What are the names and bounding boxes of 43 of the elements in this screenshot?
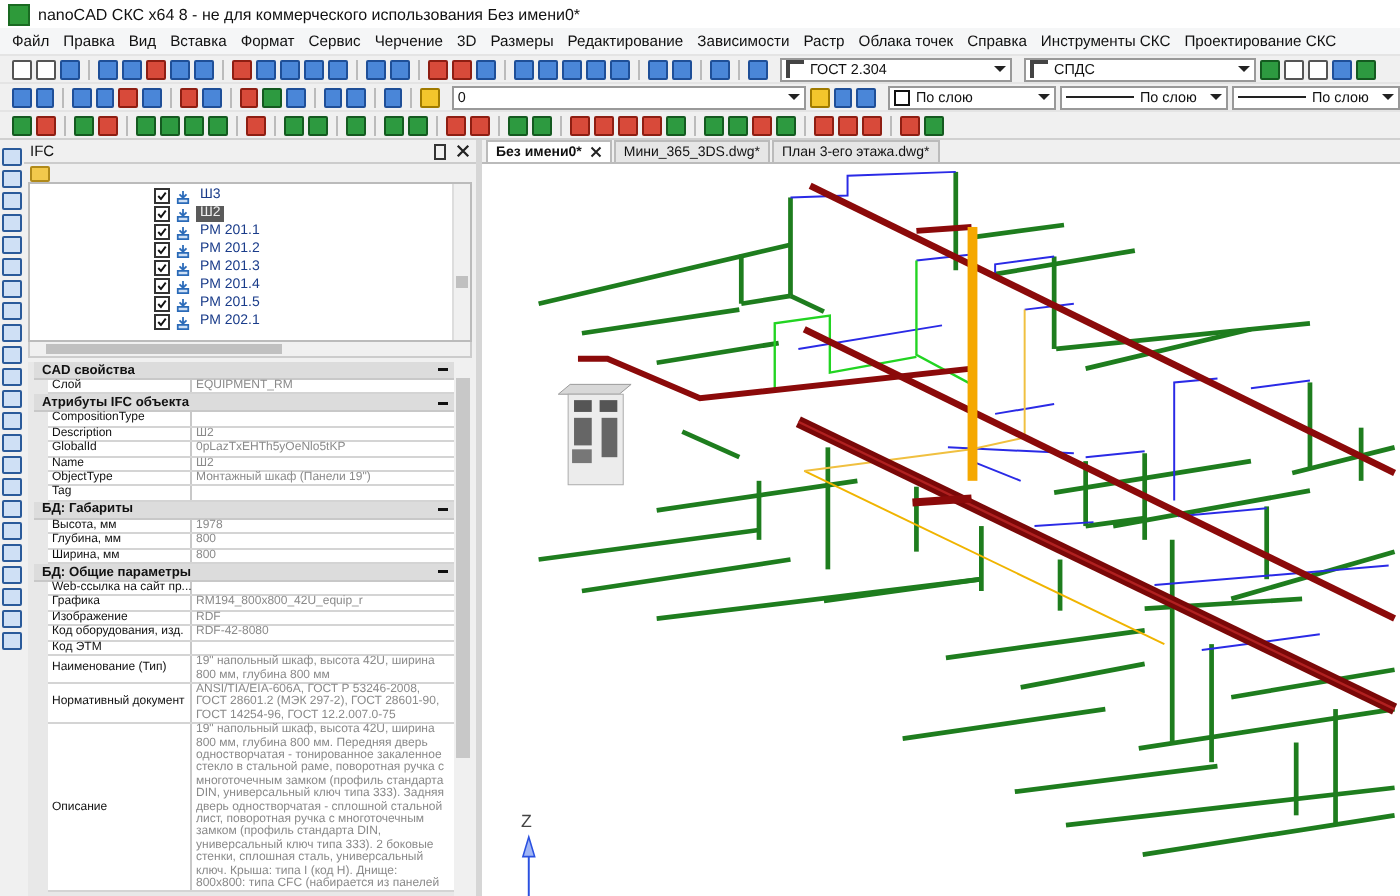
collapse-icon[interactable] — [438, 567, 448, 578]
app-logo-icon — [8, 3, 30, 25]
equipment-icon — [176, 225, 190, 239]
checkbox[interactable] — [154, 206, 170, 222]
color-swatch-icon — [893, 89, 910, 105]
caret-icon — [1209, 94, 1222, 100]
folder-icon[interactable] — [30, 165, 50, 181]
caret-icon — [1381, 94, 1394, 100]
collapse-icon[interactable] — [438, 397, 448, 408]
scrollbar[interactable] — [28, 342, 472, 358]
line-sample-icon — [1065, 96, 1134, 98]
caret-icon — [1238, 66, 1250, 72]
equipment-icon — [176, 297, 190, 311]
checkbox[interactable] — [154, 242, 170, 258]
checkbox[interactable] — [154, 260, 170, 276]
window-title: nanoCAD СКС x64 8 - не для коммерческого использования Без имени0* — [38, 5, 581, 23]
checkbox[interactable] — [154, 296, 170, 312]
z-axis-icon — [521, 834, 536, 896]
caret-icon — [788, 94, 801, 100]
equipment-icon — [176, 279, 190, 293]
equipment-icon — [176, 207, 190, 221]
equipment-icon — [176, 261, 190, 275]
checkbox[interactable] — [154, 278, 170, 294]
cabinet-icon — [557, 383, 632, 486]
equipment-icon — [176, 315, 190, 329]
caret-icon — [994, 66, 1006, 72]
line-sample-icon — [1237, 96, 1306, 98]
equipment-icon — [176, 243, 190, 257]
pin-icon[interactable] — [434, 143, 446, 159]
axis-label: Z — [520, 811, 532, 832]
close-icon[interactable] — [589, 146, 602, 158]
style-icon — [786, 60, 804, 78]
toolbar-icon[interactable] — [285, 87, 306, 107]
checkbox[interactable] — [154, 314, 170, 330]
style-icon — [1030, 60, 1048, 78]
collapse-icon[interactable] — [438, 365, 448, 375]
scrollbar[interactable] — [452, 184, 470, 340]
caret-icon — [1037, 94, 1050, 100]
checkbox[interactable] — [154, 224, 170, 240]
equipment-icon — [176, 189, 190, 203]
checkbox[interactable] — [154, 188, 170, 204]
collapse-icon[interactable] — [438, 504, 448, 515]
close-icon[interactable] — [456, 144, 470, 158]
